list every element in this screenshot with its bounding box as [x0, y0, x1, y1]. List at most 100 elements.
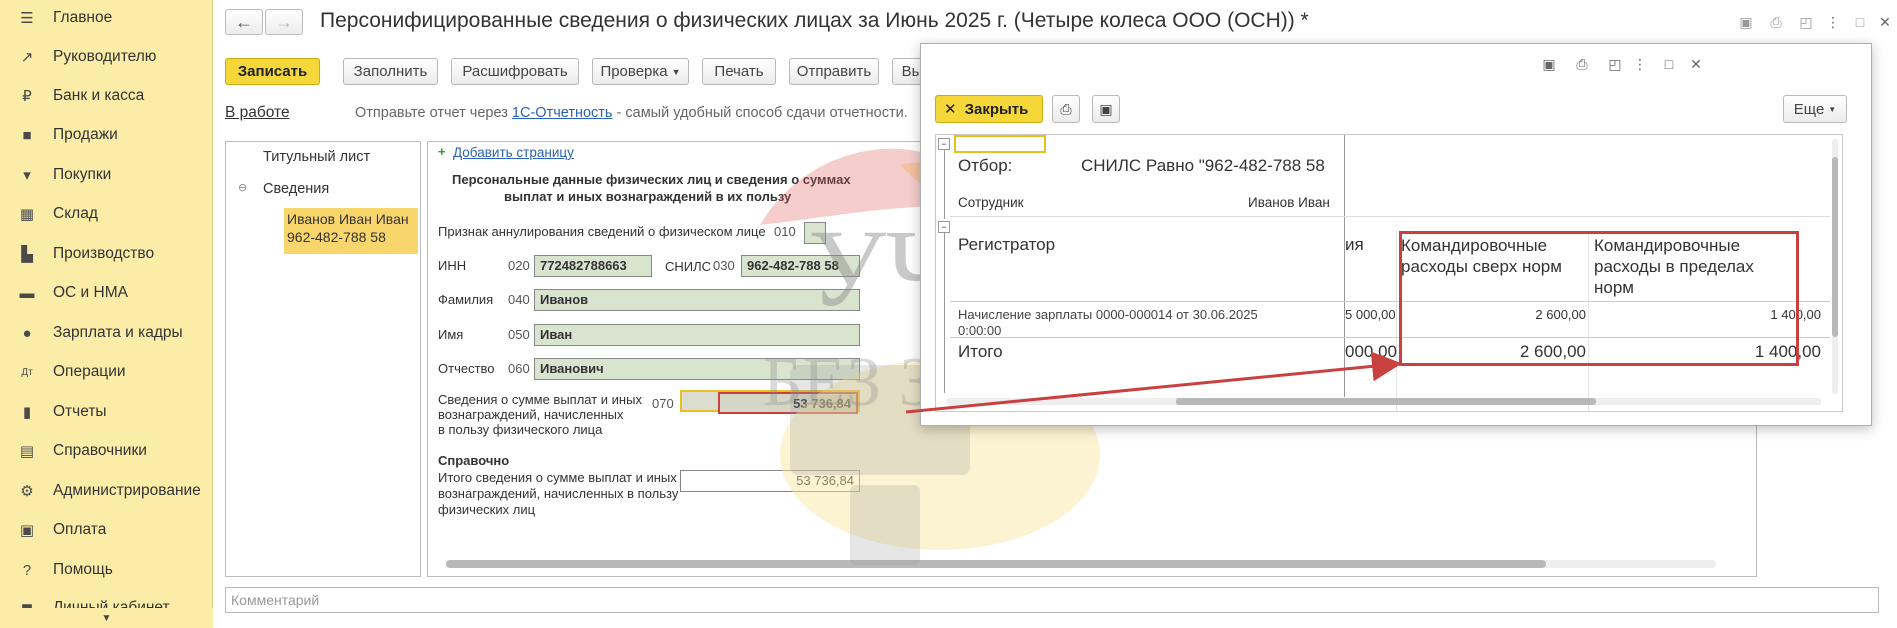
tree-item-person[interactable]: Иванов Иван Иван 962-482-788 58	[284, 208, 418, 254]
first-name-field[interactable]: Иван	[534, 324, 860, 346]
back-button[interactable]: ←	[225, 9, 263, 35]
snils-field[interactable]: 962-482-788 58	[741, 255, 860, 277]
more-menu-icon[interactable]: ⋮	[1630, 54, 1650, 74]
maximize-icon[interactable]: □	[1850, 12, 1870, 32]
filter-label: Отбор:	[958, 156, 1013, 175]
tree-title-page[interactable]: Титульный лист	[263, 149, 370, 165]
middle-name-code: 060	[508, 361, 530, 376]
col-partial: ия	[1345, 235, 1364, 254]
annul-checkbox[interactable]	[804, 222, 826, 244]
person-snils: 962-482-788 58	[287, 229, 386, 245]
decode-button[interactable]: Расшифровать	[451, 58, 579, 85]
form-heading-1: Персональные данные физических лиц и све…	[452, 172, 851, 187]
close-icon[interactable]: ✕	[1686, 54, 1706, 74]
status-hint: Отправьте отчет через 1С-Отчетность - са…	[355, 105, 908, 121]
person-name: Иванов Иван Иван	[287, 211, 409, 227]
add-page-link[interactable]: Добавить страницу	[453, 145, 574, 160]
sidebar-item-salary[interactable]: ● Зарплата и кадры	[0, 315, 213, 351]
comment-field[interactable]: Комментарий	[225, 587, 1879, 613]
print-icon[interactable]: ⎙	[1766, 12, 1786, 32]
print-icon[interactable]: ⎙	[1572, 54, 1592, 74]
sidebar-item-main[interactable]: ☰ Главное	[0, 0, 213, 36]
status-link[interactable]: В работе	[225, 104, 290, 121]
sidebar-item-assets[interactable]: ▬ ОС и НМА	[0, 275, 213, 311]
sidebar-item-purchases[interactable]: ▾ Покупки	[0, 157, 213, 193]
form-horizontal-scrollbar[interactable]	[446, 560, 1716, 568]
col-within-line2: расходы в пределах	[1594, 257, 1754, 276]
save-icon[interactable]: ▣	[1539, 54, 1559, 74]
employee-label: Сотрудник	[958, 195, 1024, 210]
close-icon[interactable]: ✕	[1875, 12, 1895, 32]
sidebar-item-production[interactable]: ▙ Производство	[0, 236, 213, 272]
sections-tree: Титульный лист ⊖ Сведения Иванов Иван Ив…	[225, 141, 421, 577]
sidebar-item-help[interactable]: ? Помощь	[0, 552, 213, 588]
sidebar-item-reports[interactable]: ▮ Отчеты	[0, 394, 213, 430]
sidebar-item-label: Операции	[53, 363, 126, 380]
last-name-field[interactable]: Иванов	[534, 289, 860, 311]
tree-section[interactable]: Сведения	[263, 181, 329, 197]
sidebar-item-manager[interactable]: ↗ Руководителю	[0, 39, 213, 75]
row-over-value: 2 600,00	[1535, 307, 1586, 322]
check-label: Проверка	[600, 63, 668, 80]
preview-icon[interactable]: ◰	[1605, 54, 1625, 74]
print-report-button[interactable]: ⎙	[1052, 95, 1080, 123]
sidebar-item-label: Покупки	[53, 166, 112, 183]
table-row-doc[interactable]: Начисление зарплаты 0000-000014 от 30.06…	[958, 307, 1258, 339]
sum-field[interactable]: 53 736,84	[718, 392, 858, 414]
more-label: Еще	[1793, 100, 1825, 118]
save-button[interactable]: Записать	[225, 58, 320, 85]
sidebar-item-operations[interactable]: Дт Операции	[0, 354, 213, 390]
sidebar-scroll-down[interactable]: ▼	[0, 608, 213, 628]
sidebar-item-catalogs[interactable]: ▤ Справочники	[0, 433, 213, 469]
question-icon: ?	[22, 561, 32, 579]
sidebar-item-label: Главное	[53, 9, 113, 26]
close-x-icon: ✕	[944, 101, 957, 118]
sidebar-item-label: Продажи	[53, 126, 118, 143]
send-button[interactable]: Отправить	[789, 58, 879, 85]
inn-field[interactable]: 772482788663	[534, 255, 652, 277]
maximize-icon[interactable]: □	[1659, 54, 1679, 74]
reporting-link[interactable]: 1С-Отчетность	[512, 105, 613, 121]
total-row-label: Итого	[958, 342, 1003, 361]
report-horizontal-scrollbar[interactable]	[946, 398, 1821, 405]
sidebar-item-warehouse[interactable]: ▦ Склад	[0, 196, 213, 232]
chevron-down-icon: ▼	[671, 66, 681, 77]
more-menu-icon[interactable]: ⋮	[1823, 12, 1843, 32]
print-button[interactable]: Печать	[702, 58, 776, 85]
sidebar-item-label: Производство	[53, 245, 155, 262]
sum-code: 070	[652, 396, 674, 411]
close-report-button[interactable]: ✕ Закрыть	[935, 95, 1043, 123]
employee-value: Иванов Иван	[1248, 195, 1330, 210]
preview-icon[interactable]: ◰	[1796, 12, 1816, 32]
annul-code: 010	[774, 224, 796, 239]
sidebar-item-label: Банк и касса	[53, 87, 145, 104]
save-icon[interactable]: ▣	[1736, 12, 1756, 32]
middle-name-field[interactable]: Иванович	[534, 358, 860, 380]
report-vertical-scrollbar[interactable]	[1832, 139, 1838, 394]
save-report-button[interactable]: ▣	[1092, 95, 1120, 123]
form-heading-2: выплат и иных вознаграждений в их пользу	[504, 189, 792, 204]
collapse-icon[interactable]: ⊖	[238, 181, 247, 194]
col-over-norm: Командировочные расходы сверх норм	[1401, 235, 1562, 277]
check-button[interactable]: Проверка ▼	[592, 58, 689, 85]
first-name-label: Имя	[438, 327, 464, 342]
trend-icon: ↗	[20, 49, 34, 66]
sidebar: ☰ Главное ↗ Руководителю ₽ Банк и касса …	[0, 0, 213, 628]
reference-title: Справочно	[438, 453, 510, 468]
col-over-line1: Командировочные	[1401, 236, 1548, 255]
factory-icon: ▙	[21, 246, 33, 263]
more-button[interactable]: Еще ▼	[1783, 95, 1847, 123]
sidebar-item-admin[interactable]: ⚙ Администрирование	[0, 473, 213, 509]
group-collapse-icon[interactable]: −	[938, 221, 950, 233]
sidebar-item-label: Склад	[53, 205, 98, 222]
forward-button[interactable]: →	[265, 9, 303, 35]
status-row: В работе Отправьте отчет через 1С-Отчетн…	[225, 104, 908, 122]
total-label-3: физических лиц	[438, 502, 536, 517]
sidebar-item-payment[interactable]: ▣ Оплата	[0, 512, 213, 548]
fill-button[interactable]: Заполнить	[343, 58, 438, 85]
sidebar-item-bank[interactable]: ₽ Банк и касса	[0, 78, 213, 114]
sidebar-item-sales[interactable]: ■ Продажи	[0, 117, 213, 153]
row-partial-value: 5 000,00	[1345, 307, 1396, 322]
last-name-code: 040	[508, 292, 530, 307]
selected-cell[interactable]	[954, 135, 1046, 153]
